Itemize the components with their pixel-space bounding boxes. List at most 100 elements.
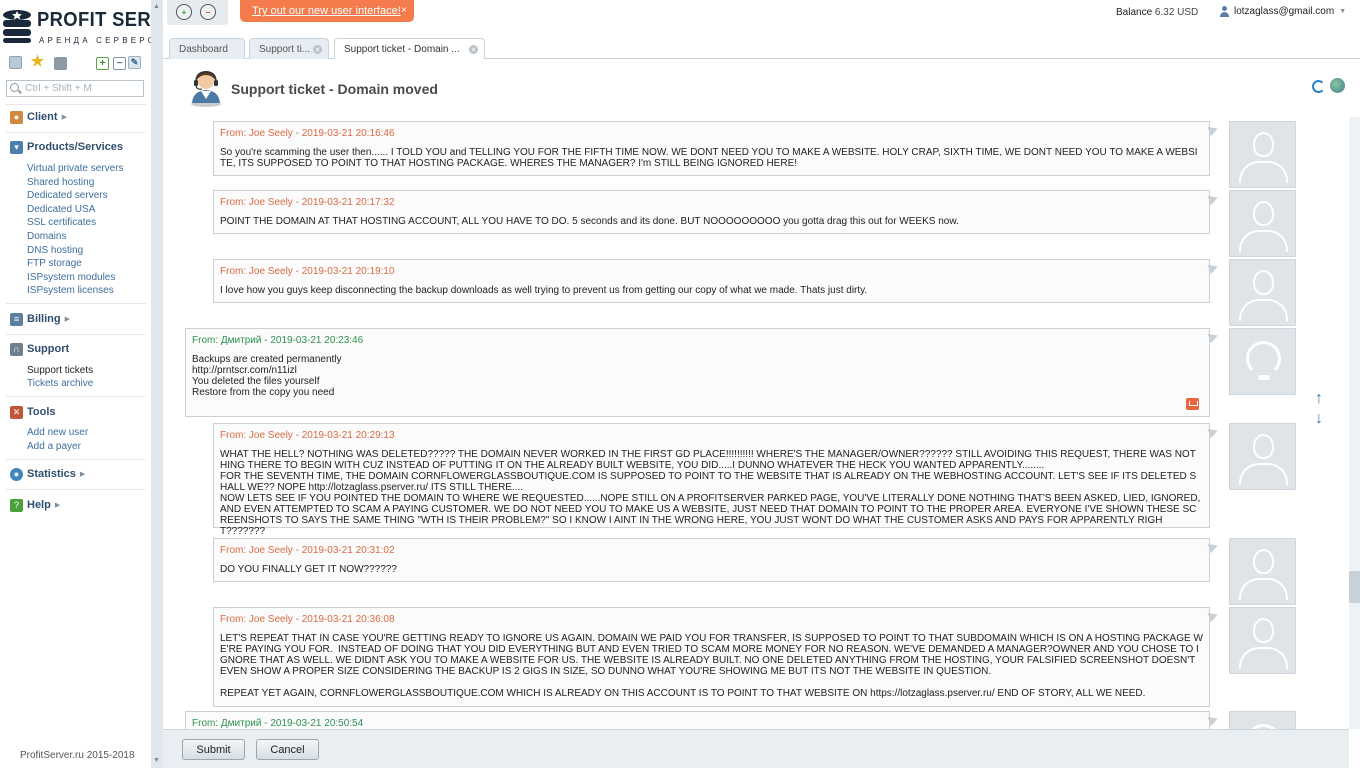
nav-statistics[interactable]: ● Statistics ▶ [10,466,85,482]
close-icon[interactable]: ✕ [313,45,322,54]
plugin-connect-icon[interactable]: + [176,4,192,20]
nav-support[interactable]: ∩ Support [10,341,69,357]
refresh-icon[interactable] [1312,80,1325,93]
tab-support-ticket-domain[interactable]: Support ticket - Domain ... ✕ [334,38,485,60]
main-panel: Support ticket - Domain moved From: Joe … [163,59,1360,768]
staff-avatar [1229,711,1296,729]
divider [6,132,146,133]
cart-icon: ▾ [10,140,23,154]
logo-subtitle: АРЕНДА СЕРВЕРОВ [39,36,166,45]
nav-item-dns-hosting[interactable]: DNS hosting [27,245,83,256]
nav-billing[interactable]: ≡ Billing ▶ [10,311,70,327]
nav-item-domains[interactable]: Domains [27,231,66,242]
message-body: WHAT THE HELL? NOTHING WAS DELETED????? … [220,449,1201,537]
promo-banner[interactable]: Try out our new user interface! × [240,0,414,22]
close-icon[interactable]: ✕ [469,45,478,54]
balance[interactable]: Balance 6.32 USD [1116,7,1198,18]
nav-item-isp-licenses[interactable]: ISPsystem licenses [27,285,114,296]
chevron-right-icon: ▶ [64,316,70,323]
nav-item-add-new-user[interactable]: Add new user [27,427,88,438]
message-body: DO YOU FINALLY GET IT NOW?????? [220,564,397,575]
globe-icon[interactable] [1330,78,1345,93]
message-body: So you're scamming the user then...... I… [220,147,1198,169]
chevron-right-icon: ▶ [79,471,86,478]
chevron-right-icon: ▶ [61,114,67,121]
user-icon [1219,6,1230,17]
page-title: Support ticket - Domain moved [231,81,438,97]
nav-tools[interactable]: ✕ Tools [10,404,56,420]
tab-dashboard[interactable]: Dashboard [169,38,245,59]
user-icon: ● [10,110,23,124]
promo-close-icon[interactable]: × [401,5,407,16]
nav-item-tickets-archive[interactable]: Tickets archive [27,378,93,389]
tab-support-tickets[interactable]: Support ti... ✕ [249,38,329,59]
nav-products[interactable]: ▾ Products/Services [10,139,123,155]
support-agent-icon [191,71,221,107]
promo-link[interactable]: Try out our new user interface! [252,5,401,17]
message-author: From: Joe Seely - 2019-03-21 20:36:08 [220,614,395,625]
messages-scroll-thumb[interactable] [1349,571,1360,603]
plugin-disconnect-icon[interactable]: − [200,4,216,20]
favorites-list-icon[interactable] [9,56,22,69]
staff-avatar [1229,328,1296,395]
message-body: Backups are created permanently http://p… [192,354,342,398]
nav-item-add-payer[interactable]: Add a payer [27,441,81,452]
nav-help[interactable]: ? Help ▶ [10,497,60,513]
search-input[interactable] [25,82,140,95]
cancel-button[interactable]: Cancel [256,739,319,760]
star-icon[interactable]: ★ [31,54,44,69]
sidebar-scrollbar[interactable]: ▲ ▼ [151,0,163,768]
user-menu[interactable]: lotzaglass@gmail.com ▼ [1219,6,1346,17]
plugins-panel: + − [167,0,228,25]
nav-statistics-label: Statistics [27,468,76,480]
menu-search [6,80,144,97]
message-author: From: Дмитрий - 2019-03-21 20:23:46 [192,335,364,346]
nav-item-vps[interactable]: Virtual private servers [27,163,124,174]
nav-item-ssl[interactable]: SSL certificates [27,217,96,228]
expand-all-icon[interactable]: + [96,57,109,70]
footer-copyright: ProfitServer.ru 2015-2018 [20,750,135,761]
top-bar: + − Try out our new user interface! × Ba… [163,0,1360,35]
nav-client[interactable]: ● Client ▶ [10,109,67,125]
ticket-message: From: Joe Seely - 2019-03-21 20:29:13 WH… [213,423,1210,537]
divider [6,303,146,304]
logo[interactable]: PROFIT SERVER АРЕНДА СЕРВЕРОВ [0,6,189,46]
help-icon: ? [10,498,23,512]
briefcase-icon[interactable] [54,57,67,70]
scroll-up-icon[interactable]: ▲ [153,3,160,10]
balance-value: 6.32 USD [1154,7,1199,18]
nav-billing-label: Billing [27,313,61,325]
report-icon[interactable] [1186,398,1199,410]
search-icon [10,83,19,92]
message-body: POINT THE DOMAIN AT THAT HOSTING ACCOUNT… [220,216,959,227]
ticket-messages: From: Joe Seely - 2019-03-21 20:16:46 So… [163,118,1349,729]
messages-scrollbar[interactable] [1349,117,1360,729]
scroll-down-icon[interactable]: ▼ [153,757,160,764]
sort-order-icon[interactable]: ↑ ↓ [1312,389,1326,431]
collapse-all-icon[interactable]: − [113,57,126,70]
client-avatar [1229,190,1296,257]
ticket-message: From: Joe Seely - 2019-03-21 20:36:08 LE… [213,607,1210,707]
nav-item-support-tickets[interactable]: Support tickets [27,365,93,376]
billing-icon: ≡ [10,312,23,326]
nav-item-shared-hosting[interactable]: Shared hosting [27,177,94,188]
client-avatar [1229,538,1296,605]
nav-item-dedicated-usa[interactable]: Dedicated USA [27,204,95,215]
divider [6,489,146,490]
nav-item-isp-modules[interactable]: ISPsystem modules [27,272,115,283]
submit-button[interactable]: Submit [182,739,245,760]
nav-item-dedicated-servers[interactable]: Dedicated servers [27,190,108,201]
ticket-message: From: Joe Seely - 2019-03-21 20:31:02 DO… [213,538,1210,582]
balance-label: Balance [1116,7,1153,18]
ticket-message: From: Joe Seely - 2019-03-21 20:17:32 PO… [213,190,1210,234]
nav-item-ftp-storage[interactable]: FTP storage [27,258,82,269]
chevron-right-icon: ▶ [54,502,61,509]
user-email: lotzaglass@gmail.com [1234,6,1335,17]
pin-icon[interactable]: ✎ [128,56,141,69]
nav-help-label: Help [27,499,51,511]
message-author: From: Joe Seely - 2019-03-21 20:29:13 [220,430,395,441]
message-author: From: Joe Seely - 2019-03-21 20:31:02 [220,545,395,556]
divider [6,104,146,105]
ticket-message: From: Joe Seely - 2019-03-21 20:19:10 I … [213,259,1210,303]
nav-products-label: Products/Services [27,141,123,153]
